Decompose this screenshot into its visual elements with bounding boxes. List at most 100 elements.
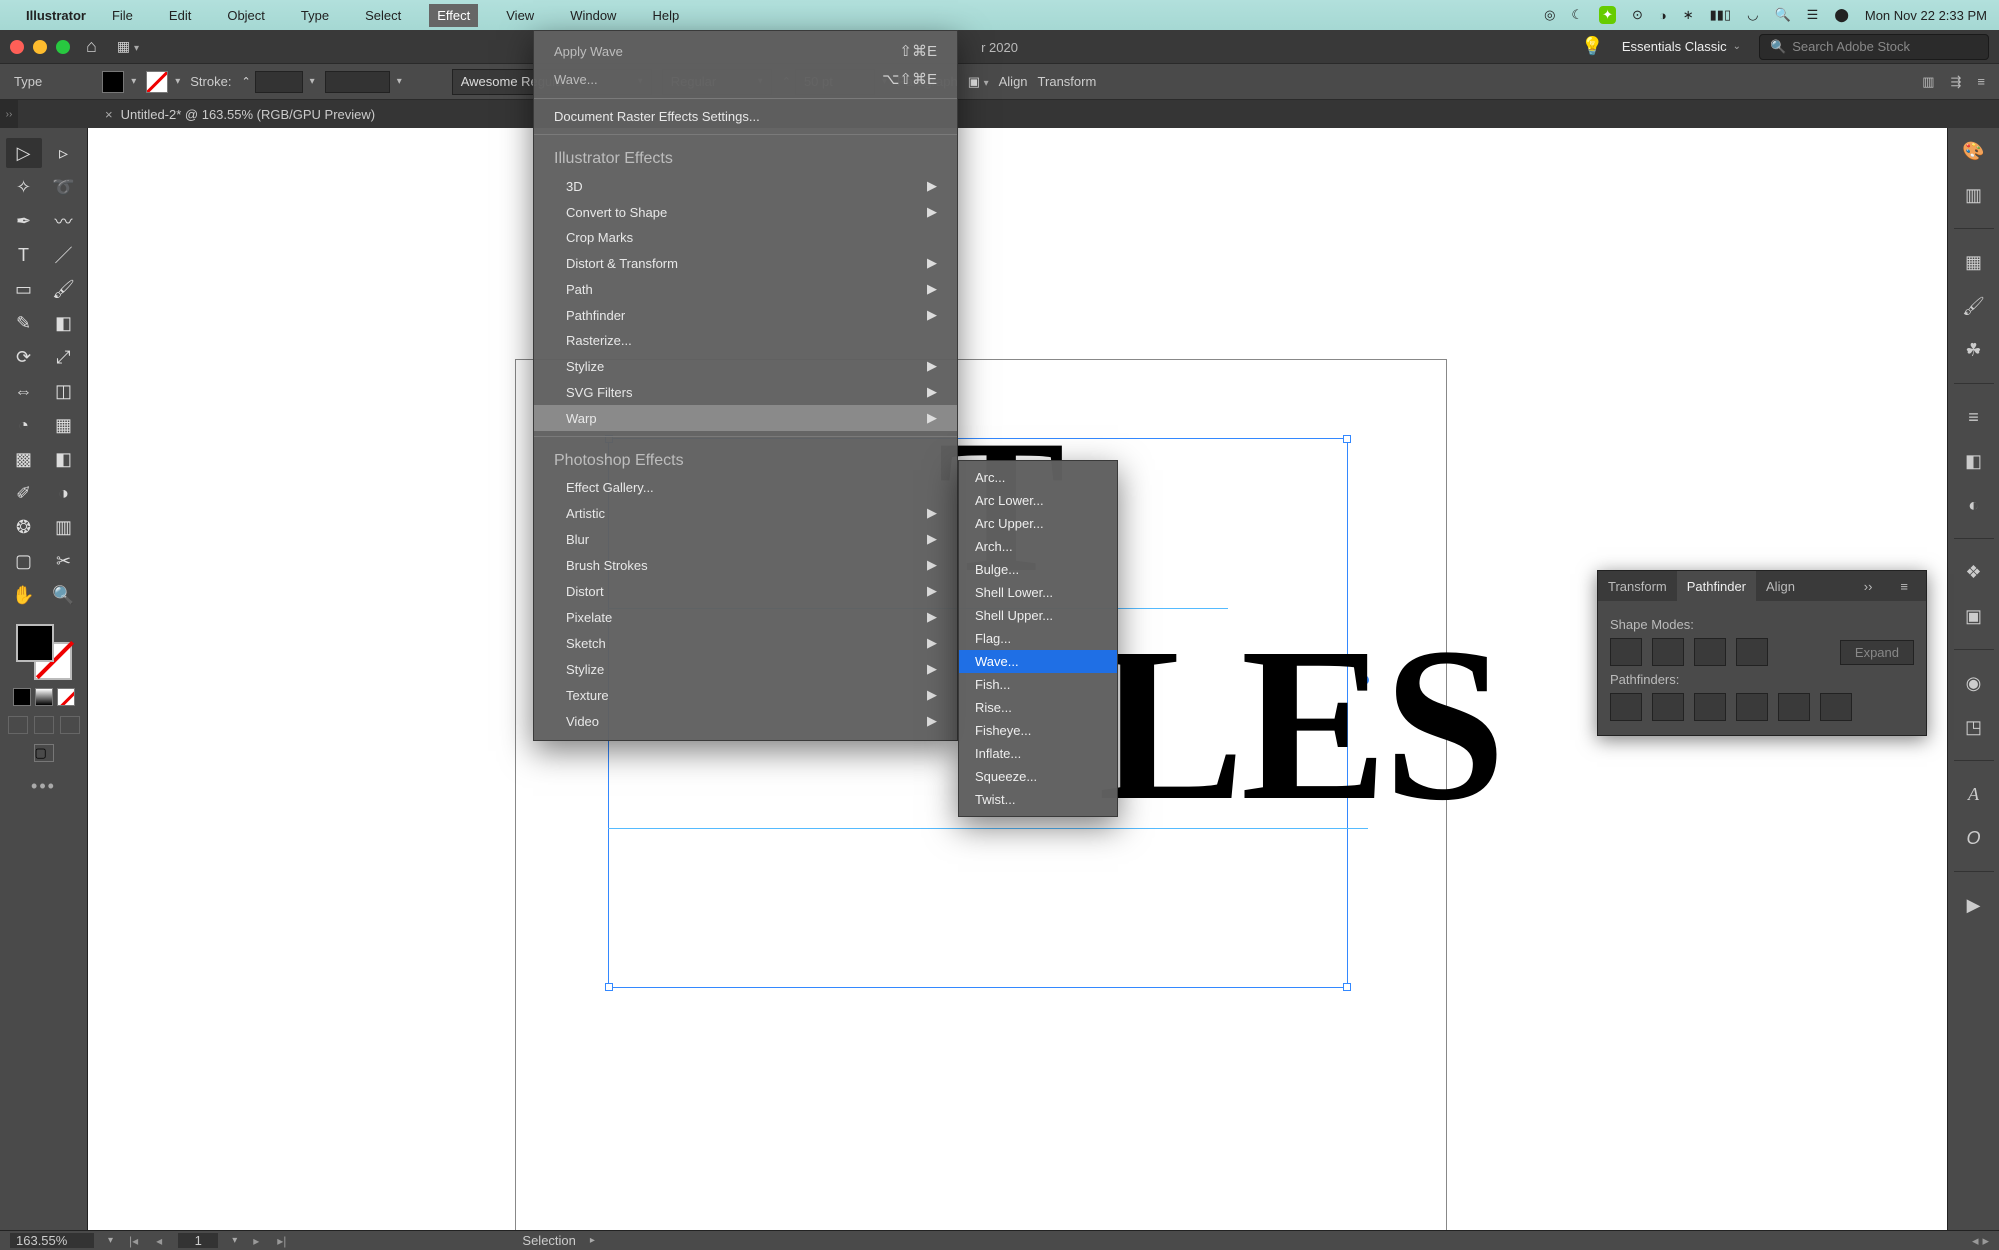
- eyedropper-tool[interactable]: ✐: [6, 478, 42, 508]
- scale-tool[interactable]: ⤢: [46, 342, 82, 372]
- handle-br[interactable]: [1343, 983, 1351, 991]
- align-link[interactable]: Align: [999, 74, 1028, 89]
- ps-effect-brush-strokes[interactable]: Brush Strokes▶: [534, 552, 957, 578]
- menu-object[interactable]: Object: [219, 4, 273, 27]
- warp-squeeze-[interactable]: Squeeze...: [959, 765, 1117, 788]
- status-icon-2[interactable]: ☾: [1571, 7, 1583, 23]
- warp-rise-[interactable]: Rise...: [959, 696, 1117, 719]
- menu-file[interactable]: File: [104, 4, 141, 27]
- close-window[interactable]: [10, 40, 24, 54]
- warp-fish-[interactable]: Fish...: [959, 673, 1117, 696]
- pen-tool[interactable]: ✒: [6, 206, 42, 236]
- edit-toolbar[interactable]: •••: [31, 776, 56, 797]
- character-icon[interactable]: A: [1957, 779, 1991, 809]
- layers-icon[interactable]: ❖: [1957, 557, 1991, 587]
- symbols-icon[interactable]: ☘: [1957, 335, 1991, 365]
- zoom-field[interactable]: 163.55%: [10, 1233, 94, 1248]
- battery-icon[interactable]: ▮▮▯: [1710, 7, 1731, 23]
- transparency-icon[interactable]: ◐: [1957, 490, 1991, 520]
- warp-fisheye-[interactable]: Fisheye...: [959, 719, 1117, 742]
- warp-inflate-[interactable]: Inflate...: [959, 742, 1117, 765]
- symbol-sprayer-tool[interactable]: ❂: [6, 512, 42, 542]
- zoom-window[interactable]: [56, 40, 70, 54]
- warp-arch-[interactable]: Arch...: [959, 535, 1117, 558]
- arrange-documents-icon[interactable]: ▦ ▾: [111, 36, 145, 57]
- effect-path[interactable]: Path▶: [534, 276, 957, 302]
- tab-align[interactable]: Align: [1756, 571, 1805, 601]
- isolate-icon[interactable]: ▥: [1922, 74, 1934, 90]
- status-icon-4[interactable]: ⊙: [1632, 7, 1643, 23]
- tab-pathfinder[interactable]: Pathfinder: [1677, 571, 1756, 601]
- search-stock-field[interactable]: 🔍 Search Adobe Stock: [1759, 34, 1989, 60]
- curvature-tool[interactable]: 〰: [46, 206, 82, 236]
- align-to-icon[interactable]: ⇶: [1951, 74, 1962, 90]
- warp-arc-lower-[interactable]: Arc Lower...: [959, 489, 1117, 512]
- effect-pathfinder[interactable]: Pathfinder▶: [534, 302, 957, 328]
- zoom-tool[interactable]: 🔍: [46, 580, 82, 610]
- rectangle-tool[interactable]: ▭: [6, 274, 42, 304]
- selection-tool[interactable]: ▷: [6, 138, 42, 168]
- artboard-number[interactable]: 1: [178, 1233, 218, 1248]
- expand-button[interactable]: Expand: [1840, 640, 1914, 665]
- workspace-switcher[interactable]: Essentials Classic⌄: [1622, 39, 1741, 54]
- minimize-window[interactable]: [33, 40, 47, 54]
- discover-icon[interactable]: 💡: [1581, 36, 1603, 57]
- menu-effect[interactable]: Effect: [429, 4, 478, 27]
- outline-button[interactable]: [1778, 693, 1810, 721]
- draw-behind[interactable]: [34, 716, 54, 734]
- fill-box[interactable]: [16, 624, 54, 662]
- graphic-styles-icon[interactable]: ◳: [1957, 712, 1991, 742]
- shape-builder-tool[interactable]: ◔: [6, 410, 42, 440]
- menu-type[interactable]: Type: [293, 4, 337, 27]
- color-mode-none[interactable]: [57, 688, 75, 706]
- width-tool[interactable]: ⇔: [6, 376, 42, 406]
- warp-twist-[interactable]: Twist...: [959, 788, 1117, 811]
- slice-tool[interactable]: ✂: [46, 546, 82, 576]
- effect-stylize[interactable]: Stylize▶: [534, 353, 957, 379]
- bluetooth-icon[interactable]: ∗: [1683, 7, 1694, 23]
- effect-warp[interactable]: Warp▶: [534, 405, 957, 431]
- column-graph-tool[interactable]: ▥: [46, 512, 82, 542]
- wifi-icon[interactable]: ◡: [1747, 7, 1758, 23]
- ps-effect-texture[interactable]: Texture▶: [534, 682, 957, 708]
- crop-button[interactable]: [1736, 693, 1768, 721]
- magic-wand-tool[interactable]: ✧: [6, 172, 42, 202]
- panel-menu-icon[interactable]: ≡: [1890, 579, 1918, 594]
- actions-icon[interactable]: ▶: [1957, 890, 1991, 920]
- hscroll[interactable]: ◂▸: [1972, 1233, 1989, 1249]
- rotate-tool[interactable]: ⟳: [6, 342, 42, 372]
- effect-distort-transform[interactable]: Distort & Transform▶: [534, 250, 957, 276]
- stroke-panel-icon[interactable]: ≡: [1957, 402, 1991, 432]
- ps-effect-artistic[interactable]: Artistic▶: [534, 500, 957, 526]
- menu-view[interactable]: View: [498, 4, 542, 27]
- fill-stroke-indicator[interactable]: [16, 624, 72, 680]
- direct-selection-tool[interactable]: ▹: [46, 138, 82, 168]
- menu-help[interactable]: Help: [644, 4, 687, 27]
- paragraph-panel-icon[interactable]: ▣ ▾: [968, 74, 989, 90]
- user-icon[interactable]: ⬤: [1834, 7, 1849, 23]
- fill-swatch[interactable]: ▾: [102, 71, 136, 93]
- panel-collapse-icon[interactable]: ››: [1854, 579, 1883, 594]
- screen-mode[interactable]: ▢: [34, 744, 54, 762]
- control-center-icon[interactable]: ☰: [1807, 7, 1819, 23]
- spotlight-icon[interactable]: 🔍: [1774, 7, 1790, 23]
- warp-arc-[interactable]: Arc...: [959, 466, 1117, 489]
- menu-edit[interactable]: Edit: [161, 4, 199, 27]
- type-tool[interactable]: T: [6, 240, 42, 270]
- effect-crop-marks[interactable]: Crop Marks: [534, 225, 957, 250]
- brushes-icon[interactable]: 🖌: [1957, 291, 1991, 321]
- unite-button[interactable]: [1610, 638, 1642, 666]
- effect-rasterize-[interactable]: Rasterize...: [534, 328, 957, 353]
- draw-inside[interactable]: [60, 716, 80, 734]
- options-icon[interactable]: ≡: [1977, 74, 1985, 90]
- color-mode-color[interactable]: [13, 688, 31, 706]
- effect-3d[interactable]: 3D▶: [534, 173, 957, 199]
- last-artboard[interactable]: ▸|: [275, 1234, 288, 1248]
- last-effect-settings[interactable]: Wave...⌥⇧⌘E: [534, 65, 957, 93]
- doc-tab[interactable]: × Untitled-2* @ 163.55% (RGB/GPU Preview…: [95, 107, 385, 122]
- warp-wave-[interactable]: Wave...: [959, 650, 1117, 673]
- tab-transform[interactable]: Transform: [1598, 571, 1677, 601]
- ps-effect-blur[interactable]: Blur▶: [534, 526, 957, 552]
- mesh-tool[interactable]: ▩: [6, 444, 42, 474]
- line-tool[interactable]: ／: [46, 240, 82, 270]
